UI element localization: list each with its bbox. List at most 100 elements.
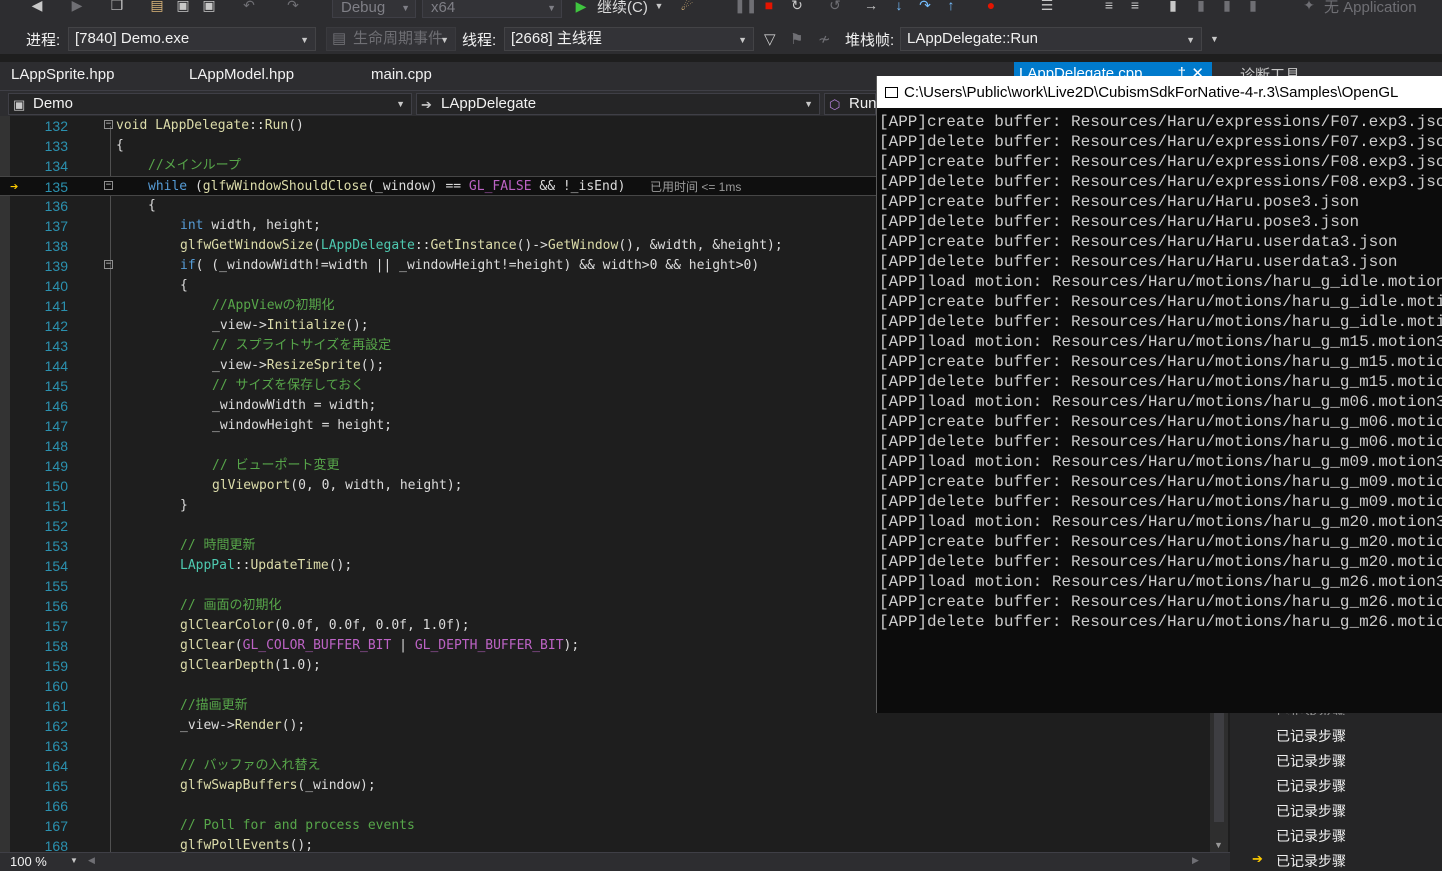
code-text: // スプライトサイズを再設定 bbox=[212, 336, 391, 356]
chevron-down-icon: ▼ bbox=[440, 35, 449, 45]
clear-bookmarks-icon[interactable]: ▮ bbox=[1244, 0, 1262, 14]
thread-toggle-icon[interactable]: ≁ bbox=[818, 30, 831, 48]
code-token: Initialize bbox=[266, 318, 346, 333]
platform-dropdown[interactable]: x64 ▼ bbox=[422, 0, 562, 18]
scroll-left-icon[interactable]: ◀ bbox=[88, 855, 95, 866]
step-out-icon[interactable]: ↑ bbox=[942, 0, 960, 14]
show-next-statement-icon[interactable]: ↺ bbox=[826, 0, 844, 14]
code-text: void LAppDelegate::Run() bbox=[116, 116, 304, 136]
undo-icon[interactable]: ↶ bbox=[240, 0, 258, 14]
chevron-down-icon: ▼ bbox=[401, 3, 410, 13]
stop-icon[interactable]: ■ bbox=[760, 0, 778, 14]
next-bookmark-icon[interactable]: ▮ bbox=[1218, 0, 1236, 14]
line-number: 168 bbox=[44, 838, 68, 852]
line-number: 143 bbox=[44, 338, 68, 354]
code-token: int bbox=[180, 218, 212, 233]
tab-lappsprite-hpp[interactable]: LAppSprite.hpp bbox=[11, 66, 114, 83]
member-dropdown[interactable]: ⬡ Run bbox=[824, 93, 877, 115]
configuration-dropdown[interactable]: Debug ▼ bbox=[332, 0, 416, 18]
method-icon: ⬡ bbox=[829, 97, 841, 112]
scroll-down-icon[interactable]: ▼ bbox=[1214, 840, 1223, 850]
back-icon[interactable]: ◀ bbox=[28, 0, 46, 14]
bookmark-icon[interactable]: ▮ bbox=[1164, 0, 1182, 14]
code-token: if bbox=[180, 258, 196, 273]
code-line[interactable]: 165 glfwSwapBuffers(_window); bbox=[0, 776, 1212, 796]
current-step-arrow-icon: ➔ bbox=[1252, 851, 1263, 866]
step-item[interactable]: 已记录步骤 bbox=[1276, 826, 1346, 846]
collapse-icon[interactable]: − bbox=[104, 120, 113, 129]
pause-icon[interactable]: ❚❚ bbox=[734, 0, 757, 14]
app-insights-label[interactable]: 无 Application bbox=[1324, 0, 1417, 17]
code-token: ( bbox=[313, 238, 321, 253]
process-value: [7840] Demo.exe bbox=[75, 30, 190, 47]
restart-icon[interactable]: ↻ bbox=[788, 0, 806, 14]
project-icon: ▣ bbox=[13, 97, 26, 112]
step-item[interactable]: 已记录步骤 bbox=[1276, 776, 1346, 796]
uncomment-icon[interactable]: ≡ bbox=[1126, 0, 1144, 14]
bookmark-list-icon[interactable]: ☰ bbox=[1038, 0, 1056, 14]
comment-icon[interactable]: ≡ bbox=[1100, 0, 1118, 14]
collapse-icon[interactable]: − bbox=[104, 181, 113, 190]
project-dropdown[interactable]: ▣ Demo ▼ bbox=[8, 93, 412, 115]
code-text: if( (_windowWidth!=width || _windowHeigh… bbox=[180, 256, 759, 276]
zoom-level[interactable]: 100 % bbox=[10, 854, 47, 869]
app-insights-icon[interactable]: ✦ bbox=[1300, 0, 1318, 14]
code-text: //AppViewの初期化 bbox=[212, 296, 334, 316]
thread-dropdown[interactable]: [2668] 主线程 ▼ bbox=[504, 27, 754, 51]
code-text: glClearDepth(1.0); bbox=[180, 656, 321, 676]
code-line[interactable]: 163 bbox=[0, 736, 1212, 756]
step-forward-icon[interactable]: → bbox=[862, 0, 880, 14]
new-project-icon[interactable]: ❐ bbox=[108, 0, 126, 14]
lifecycle-events-dropdown[interactable]: ▤ 生命周期事件 ▼ bbox=[326, 27, 456, 51]
collapse-icon[interactable]: − bbox=[104, 260, 113, 269]
play-icon[interactable]: ▶ bbox=[572, 0, 590, 15]
line-number: 162 bbox=[44, 718, 68, 734]
code-token: ()-> bbox=[516, 238, 548, 253]
stack-frame-dropdown[interactable]: LAppDelegate::Run ▼ bbox=[900, 27, 1202, 51]
code-line[interactable]: 167 // Poll for and process events bbox=[0, 816, 1212, 836]
code-token: } bbox=[180, 498, 188, 513]
code-token: glClear bbox=[180, 638, 235, 653]
code-token: (); bbox=[281, 718, 306, 733]
line-number: 164 bbox=[44, 758, 68, 774]
console-line: [APP]delete buffer: Resources/Haru/motio… bbox=[879, 313, 1442, 331]
process-dropdown[interactable]: [7840] Demo.exe ▼ bbox=[68, 27, 316, 51]
step-over-icon[interactable]: ↷ bbox=[916, 0, 934, 14]
code-line[interactable]: 162 _view->Render(); bbox=[0, 716, 1212, 736]
save-icon[interactable]: ▣ bbox=[174, 0, 192, 14]
console-title-bar[interactable]: C:\Users\Public\work\Live2D\CubismSdkFor… bbox=[877, 76, 1442, 108]
code-line[interactable]: 166 bbox=[0, 796, 1212, 816]
code-text: // サイズを保存しておく bbox=[212, 376, 364, 396]
prev-bookmark-icon[interactable]: ▮ bbox=[1192, 0, 1210, 14]
hot-reload-icon[interactable]: ☄ bbox=[678, 0, 696, 14]
step-item-current[interactable]: 已记录步骤 bbox=[1276, 851, 1346, 871]
chevron-down-icon[interactable]: ▼ bbox=[650, 0, 668, 15]
step-item[interactable]: 已记录步骤 bbox=[1276, 751, 1346, 771]
redo-icon[interactable]: ↷ bbox=[284, 0, 302, 14]
flag-icon[interactable]: ⚑ bbox=[790, 30, 803, 48]
code-text: glViewport(0, 0, width, height); bbox=[212, 476, 462, 496]
line-number: 160 bbox=[44, 678, 68, 694]
console-window[interactable]: C:\Users\Public\work\Live2D\CubismSdkFor… bbox=[876, 76, 1442, 713]
code-line[interactable]: 164 // バッファの入れ替え bbox=[0, 756, 1212, 776]
continue-button[interactable]: 继续(C) bbox=[597, 0, 648, 17]
tab-lappmodel-hpp[interactable]: LAppModel.hpp bbox=[189, 66, 294, 83]
chevron-down-icon[interactable]: ▼ bbox=[70, 856, 78, 865]
code-text: _view->Render(); bbox=[180, 716, 305, 736]
scroll-right-icon[interactable]: ▶ bbox=[1192, 855, 1199, 866]
code-token: // スプライトサイズを再設定 bbox=[212, 338, 392, 353]
forward-icon[interactable]: ▶ bbox=[68, 0, 86, 14]
code-line[interactable]: 168 glfwPollEvents(); bbox=[0, 836, 1212, 852]
toolbar-options-icon[interactable]: ▼ bbox=[1210, 34, 1219, 44]
step-item[interactable]: 已记录步骤 bbox=[1276, 801, 1346, 821]
step-item[interactable]: 已记录步骤 bbox=[1276, 726, 1346, 746]
scope-dropdown[interactable]: ➔ LAppDelegate ▼ bbox=[416, 93, 820, 115]
filter-icon[interactable]: ▽ bbox=[764, 30, 776, 48]
tab-main-cpp[interactable]: main.cpp bbox=[371, 66, 432, 83]
save-all-icon[interactable]: ▣ bbox=[200, 0, 218, 14]
step-into-icon[interactable]: ↓ bbox=[890, 0, 908, 14]
open-file-icon[interactable]: ▤ bbox=[148, 0, 166, 14]
perf-tip-elapsed[interactable]: 已用时间 <= 1ms bbox=[650, 177, 741, 197]
line-number: 137 bbox=[44, 218, 68, 234]
breakpoint-icon[interactable]: ● bbox=[982, 0, 1000, 14]
